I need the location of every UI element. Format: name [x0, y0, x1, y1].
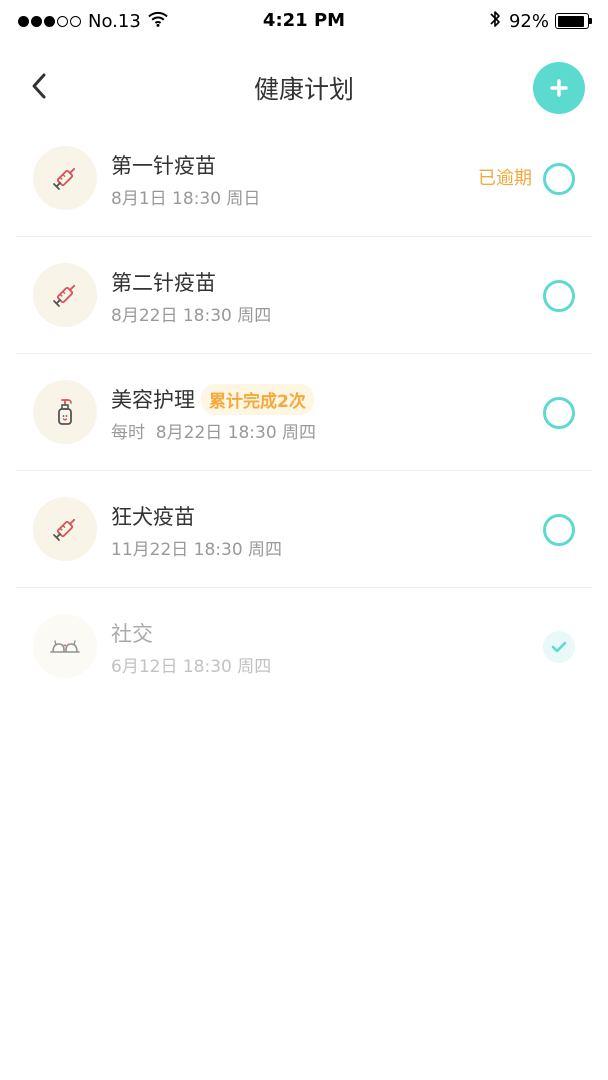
- shampoo-bottle-icon: [33, 380, 97, 444]
- plan-title: 第一针疫苗: [111, 154, 216, 178]
- plan-row[interactable]: 社交 6月12日 18:30 周四: [0, 588, 608, 705]
- syringe-icon: [33, 146, 97, 210]
- overdue-label: 已逾期: [478, 168, 532, 189]
- plan-schedule: 8月1日 18:30 周日: [111, 189, 261, 209]
- bluetooth-icon: [489, 9, 501, 33]
- plan-title: 美容护理: [111, 388, 195, 412]
- plan-row[interactable]: 第一针疫苗 8月1日 18:30 周日 已逾期: [0, 120, 608, 237]
- status-bar: No.13 4:21 PM 92%: [0, 0, 608, 44]
- syringe-icon: [33, 263, 97, 327]
- complete-checkbox[interactable]: [543, 397, 575, 429]
- plan-list: 第一针疫苗 8月1日 18:30 周日 已逾期 第二针疫苗 8月22日 18:3…: [0, 120, 608, 705]
- pets-social-icon: [33, 614, 97, 678]
- plan-title: 狂犬疫苗: [111, 505, 195, 529]
- nav-bar: 健康计划: [0, 44, 608, 130]
- plan-title: 第二针疫苗: [111, 271, 216, 295]
- syringe-icon: [33, 497, 97, 561]
- page-title: 健康计划: [253, 75, 354, 104]
- battery-icon: [555, 13, 589, 29]
- plan-row[interactable]: 狂犬疫苗 11月22日 18:30 周四: [0, 471, 608, 588]
- complete-checkbox[interactable]: [543, 280, 575, 312]
- plan-title: 社交: [111, 622, 153, 646]
- battery-percent: 92%: [508, 10, 549, 32]
- complete-checkbox[interactable]: [543, 514, 575, 546]
- completed-checkbox[interactable]: [543, 631, 575, 663]
- plus-icon: [550, 79, 568, 97]
- battery-area: 92%: [489, 10, 592, 32]
- plan-schedule: 6月12日 18:30 周四: [111, 657, 272, 677]
- plan-row[interactable]: 美容护理 累计完成2次 每时 8月22日 18:30 周四: [0, 354, 608, 471]
- plan-schedule: 每时 8月22日 18:30 周四: [111, 423, 317, 443]
- plan-schedule: 8月22日 18:30 周四: [111, 306, 272, 326]
- checkmark-icon: [551, 641, 567, 653]
- plan-row[interactable]: 第二针疫苗 8月22日 18:30 周四: [0, 237, 608, 354]
- add-plan-button[interactable]: [533, 62, 585, 114]
- complete-checkbox[interactable]: [543, 163, 575, 195]
- plan-schedule: 11月22日 18:30 周四: [111, 540, 283, 560]
- completion-count-badge: 累计完成2次: [201, 383, 314, 415]
